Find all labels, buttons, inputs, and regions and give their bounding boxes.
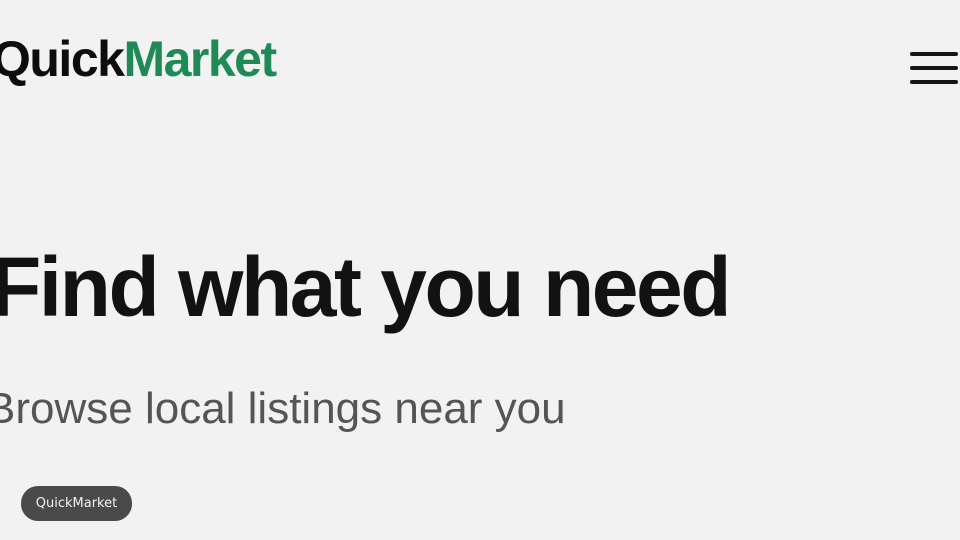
menu-bar-bottom [910, 80, 958, 84]
hero-section: Find what you need Browse local listings… [0, 150, 960, 450]
hero-title: Find what you need [0, 240, 732, 334]
app-name-toast: QuickMarket [21, 486, 132, 521]
menu-bar-top [910, 52, 958, 56]
hamburger-menu-icon[interactable] [908, 48, 958, 88]
logo-text-quick: Quick [0, 31, 125, 87]
menu-bar-middle [910, 66, 958, 70]
hero-subtitle: Browse local listings near you [0, 384, 566, 433]
logo-text-market: Market [123, 31, 277, 87]
page: QuickMarket Find what you need Browse lo… [0, 0, 960, 540]
site-header: QuickMarket [0, 0, 960, 140]
site-logo[interactable]: QuickMarket [0, 31, 277, 87]
